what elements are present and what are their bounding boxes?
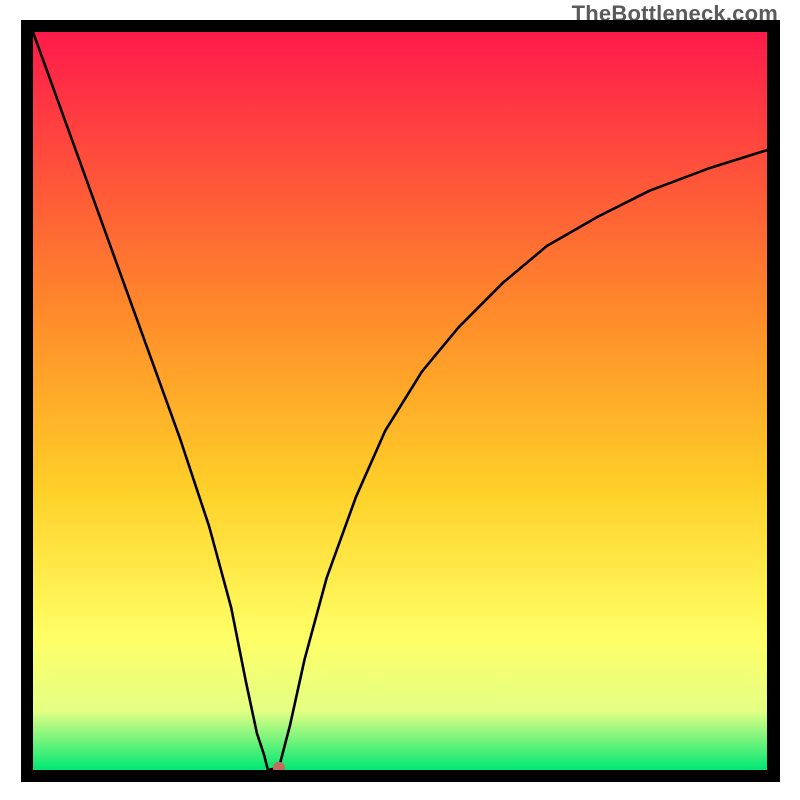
gradient-background (33, 32, 767, 770)
plot-area (33, 32, 767, 770)
plot-svg (33, 32, 767, 770)
chart-stage: TheBottleneck.com (0, 0, 800, 800)
